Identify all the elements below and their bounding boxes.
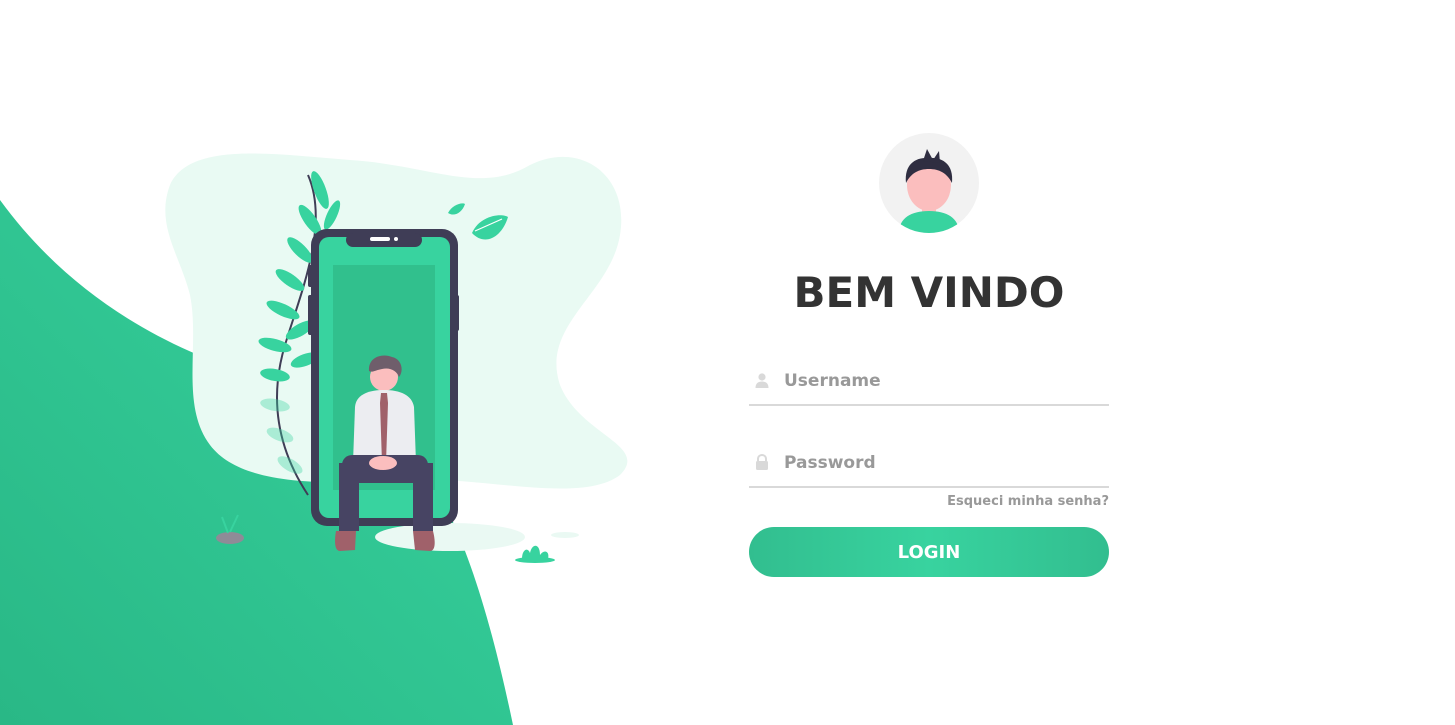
- username-input[interactable]: [784, 358, 1104, 404]
- password-field: [749, 440, 1109, 488]
- login-form: BEM VINDO Esqueci minha senha? LOGIN: [749, 133, 1109, 577]
- welcome-title: BEM VINDO: [793, 268, 1065, 317]
- user-avatar-icon: [879, 133, 979, 233]
- password-input[interactable]: [784, 440, 1104, 486]
- lock-icon: [756, 454, 768, 470]
- user-icon: [755, 373, 769, 388]
- forgot-password-link[interactable]: Esqueci minha senha?: [749, 494, 1109, 509]
- mobile-illustration: [165, 153, 628, 563]
- login-button[interactable]: LOGIN: [749, 527, 1109, 577]
- login-page: BEM VINDO Esqueci minha senha? LOGIN: [0, 0, 1455, 725]
- username-field: [749, 358, 1109, 406]
